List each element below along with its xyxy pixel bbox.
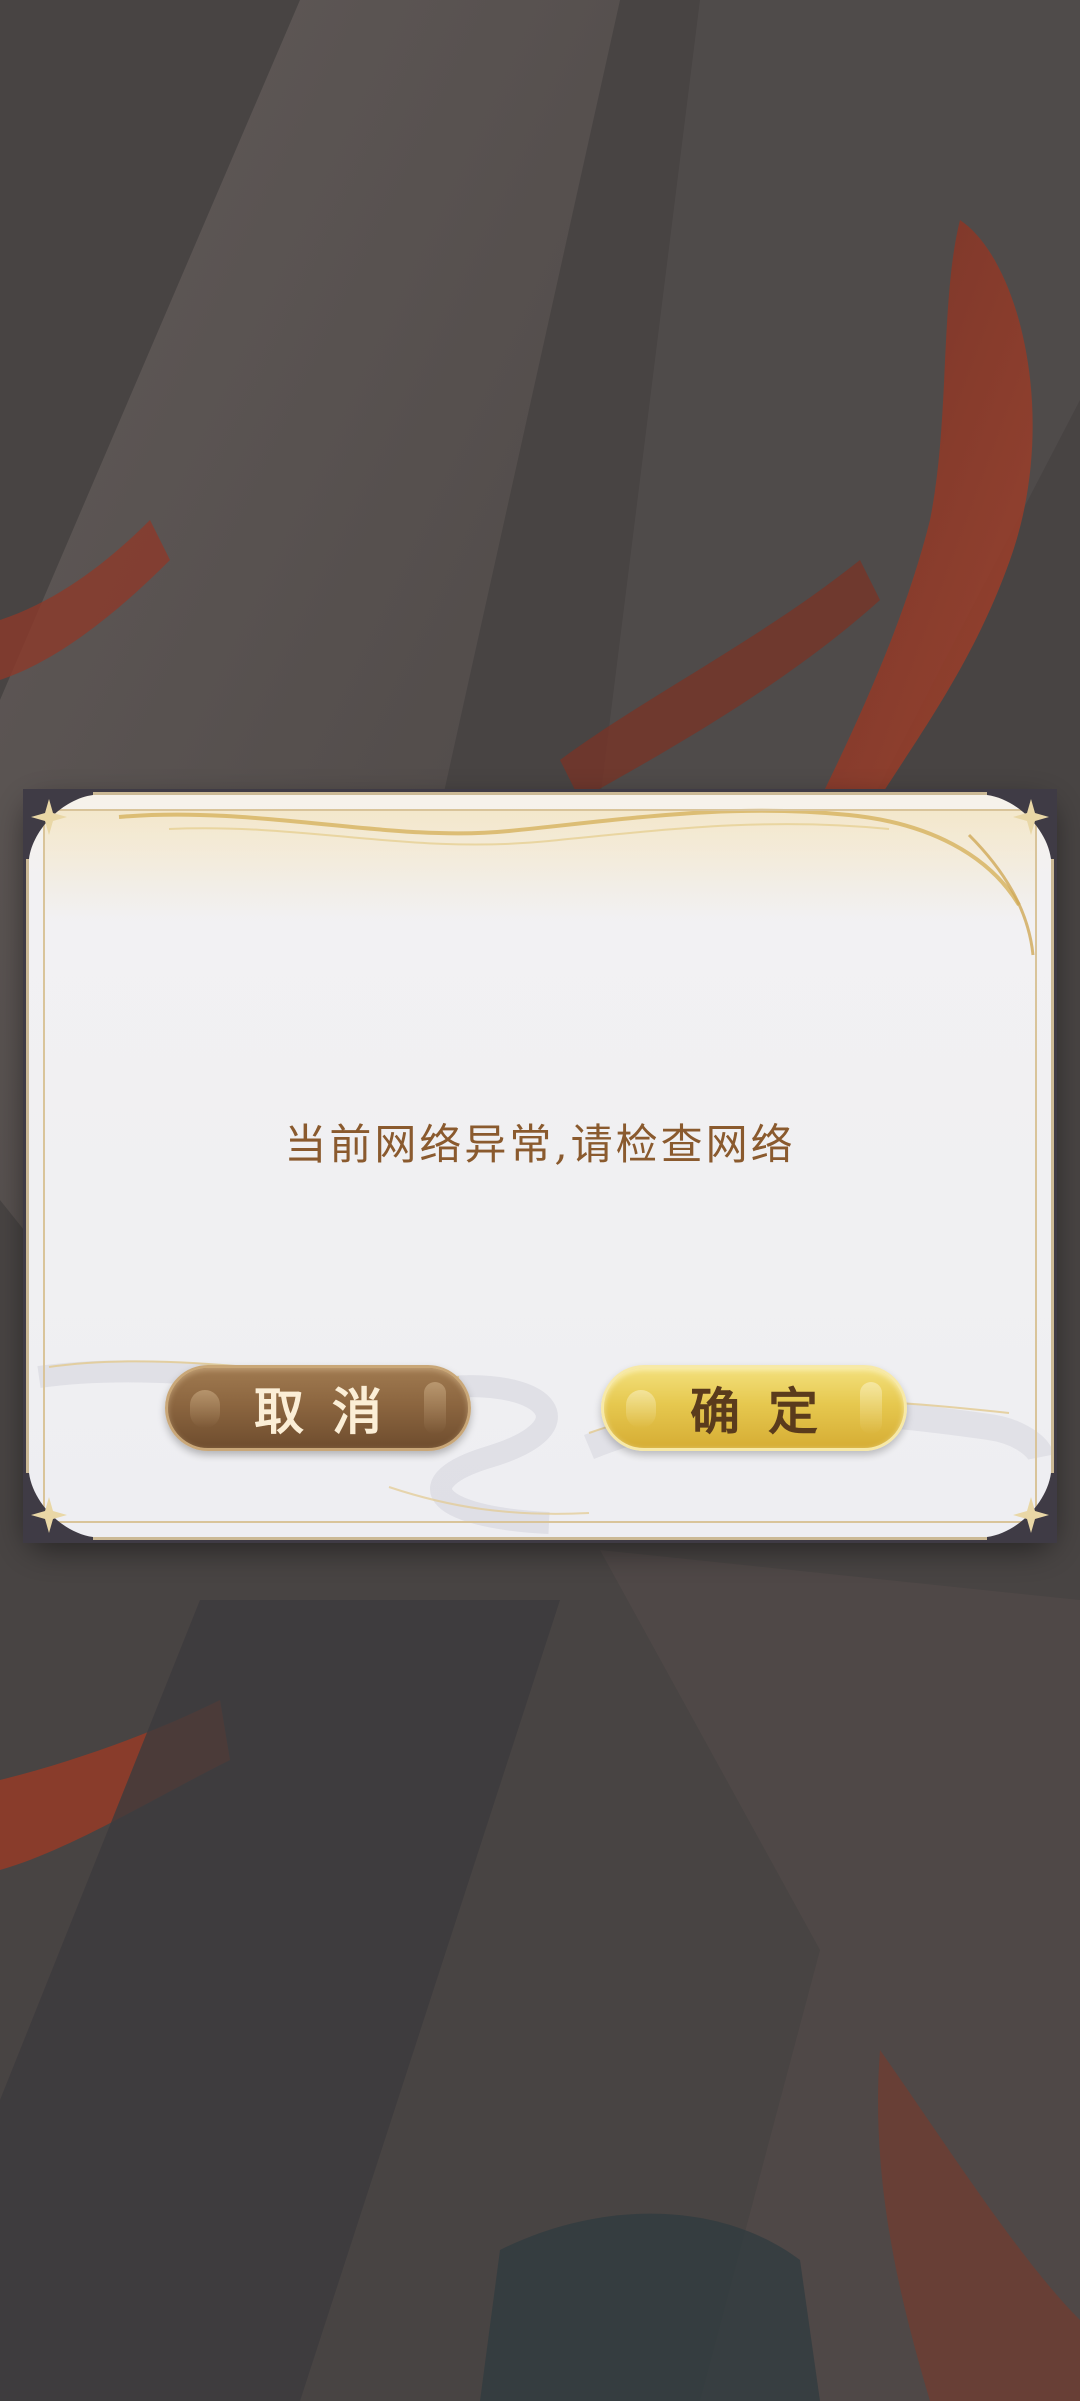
dialog-top-ornament xyxy=(45,808,1035,956)
star-corner-ornament-icon xyxy=(23,789,93,859)
star-corner-ornament-icon xyxy=(23,1473,93,1543)
network-error-dialog: 当前网络异常,请检查网络 取消 确定 xyxy=(23,789,1057,1543)
confirm-button[interactable]: 确定 xyxy=(601,1365,907,1451)
button-shine xyxy=(190,1390,220,1428)
star-corner-ornament-icon xyxy=(987,1473,1057,1543)
confirm-button-label: 确定 xyxy=(690,1382,846,1441)
cancel-button-label: 取消 xyxy=(254,1382,410,1441)
button-shine xyxy=(860,1382,882,1434)
button-shine xyxy=(626,1390,656,1428)
game-screen: 当前网络异常,请检查网络 取消 确定 xyxy=(0,0,1080,2401)
cancel-button[interactable]: 取消 xyxy=(165,1365,471,1451)
star-corner-ornament-icon xyxy=(987,789,1057,859)
button-shine xyxy=(424,1382,446,1434)
error-message: 当前网络异常,请检查网络 xyxy=(284,1120,796,1169)
